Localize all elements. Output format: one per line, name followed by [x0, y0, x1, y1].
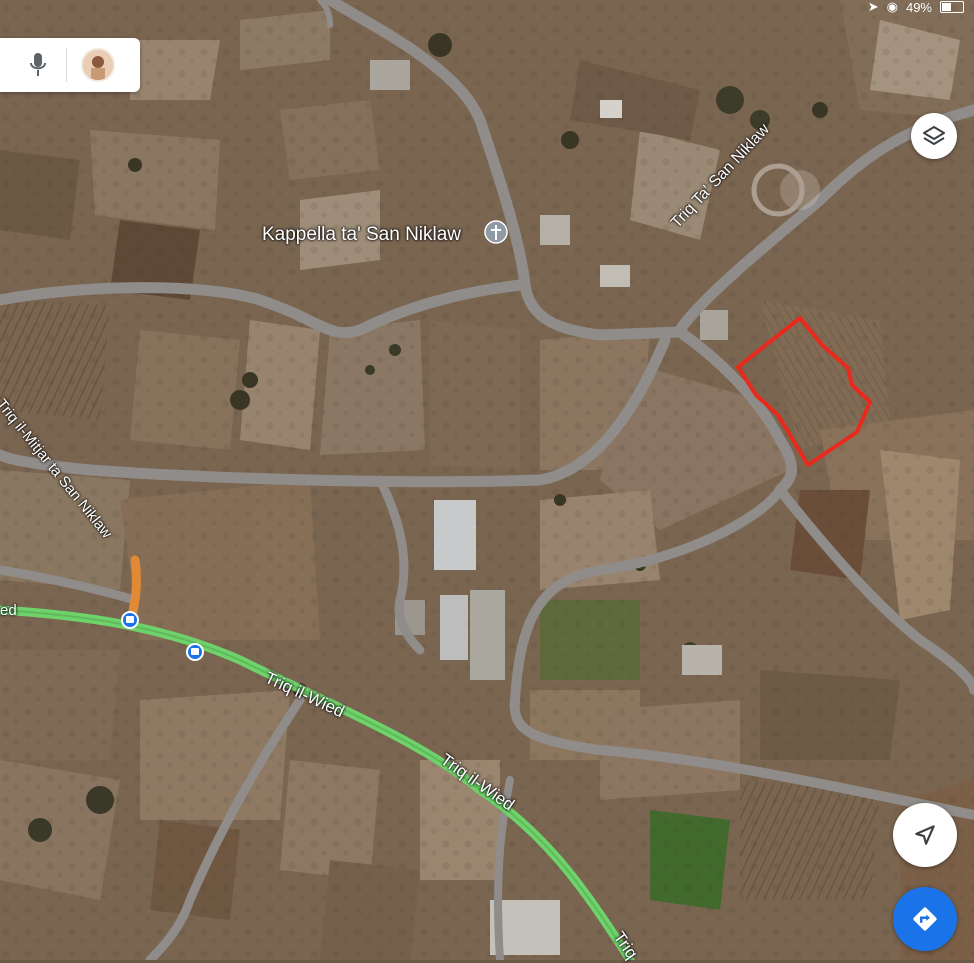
profile-avatar[interactable]	[81, 48, 115, 82]
bus-stop-icon[interactable]	[186, 643, 204, 661]
search-divider	[66, 48, 67, 82]
layers-button[interactable]	[911, 113, 957, 159]
status-bar: ➤ ◉ 49%	[867, 0, 964, 15]
my-location-button[interactable]	[893, 803, 957, 867]
search-bar[interactable]	[0, 38, 140, 92]
layers-icon	[923, 126, 945, 145]
mic-icon[interactable]	[28, 52, 48, 78]
directions-icon	[913, 907, 937, 931]
road-label-wied-partial: ed	[0, 602, 17, 619]
wifi-icon: ◉	[886, 0, 898, 14]
battery-icon	[940, 1, 964, 13]
battery-text: 49%	[905, 0, 932, 15]
directions-button[interactable]	[893, 887, 957, 951]
poi-label[interactable]: Kappella ta' San Niklaw	[262, 224, 461, 246]
satellite-map[interactable]	[0, 0, 974, 960]
location-icon: ➤	[867, 0, 879, 14]
chapel-pin-icon[interactable]	[484, 220, 508, 244]
bus-stop-icon[interactable]	[121, 611, 139, 629]
navigation-arrow-icon	[915, 825, 935, 845]
